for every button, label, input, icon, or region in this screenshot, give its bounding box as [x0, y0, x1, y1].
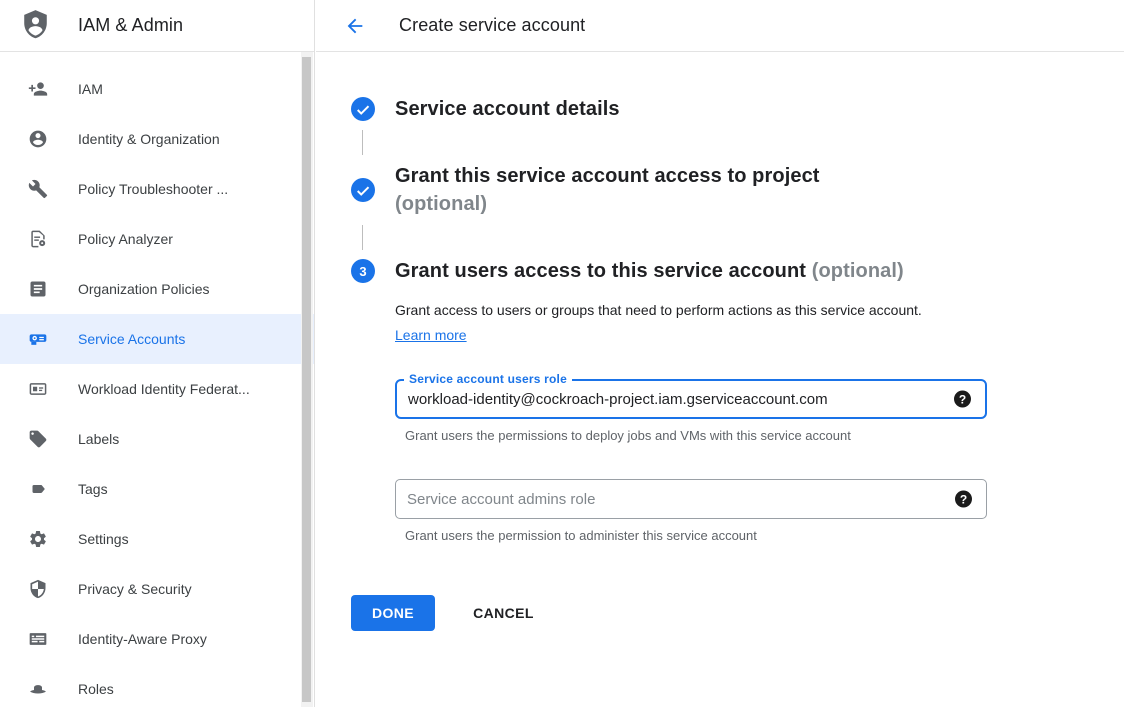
person-add-icon [28, 79, 48, 99]
step-number-badge: 3 [351, 259, 375, 283]
learn-more-link[interactable]: Learn more [395, 327, 467, 343]
step-title: Grant users access to this service accou… [395, 257, 904, 285]
iam-admin-shield-icon [19, 8, 52, 43]
page-header: Create service account [316, 0, 1124, 52]
sidebar-item-label: IAM [78, 81, 103, 97]
sidebar-item-label: Labels [78, 431, 119, 447]
back-arrow-icon[interactable] [343, 14, 367, 38]
step-1-service-account-details: Service account details [351, 95, 1124, 123]
sidebar-header: IAM & Admin [0, 0, 314, 52]
proxy-icon [28, 629, 48, 649]
create-service-account-form: Service account details Grant this servi… [316, 52, 1124, 631]
sidebar-item-label: Privacy & Security [78, 581, 192, 597]
page-title: Create service account [399, 15, 585, 36]
sidebar-item-label: Roles [78, 681, 114, 697]
sidebar-item-service-accounts[interactable]: Service Accounts [0, 314, 314, 364]
step-2-grant-access-to-project: Grant this service account access to pro… [351, 162, 1124, 218]
shield-half-icon [28, 579, 48, 599]
sidebar-item-tags[interactable]: Tags [0, 464, 314, 514]
sidebar-item-labels[interactable]: Labels [0, 414, 314, 464]
sidebar-item-label: Policy Troubleshooter ... [78, 181, 228, 197]
wrench-icon [28, 179, 48, 199]
check-circle-icon [351, 178, 375, 202]
label-tag-icon [28, 429, 48, 449]
sidebar-item-label: Service Accounts [78, 331, 185, 347]
optional-label: (optional) [812, 260, 904, 282]
sidebar-scrollbar-thumb[interactable] [302, 57, 311, 702]
step-3-body: Grant access to users or groups that nee… [351, 298, 1124, 543]
sidebar-item-settings[interactable]: Settings [0, 514, 314, 564]
service-account-icon [28, 329, 48, 349]
badge-card-icon [28, 379, 48, 399]
field-helper-text: Grant users the permission to administer… [405, 528, 1124, 543]
step-description: Grant access to users or groups that nee… [395, 298, 960, 348]
policy-analyzer-icon [28, 229, 48, 249]
article-icon [28, 279, 48, 299]
field-helper-text: Grant users the permissions to deploy jo… [405, 428, 1124, 443]
step-connector [362, 130, 363, 155]
form-actions: DONE CANCEL [351, 595, 1124, 631]
sidebar-scrollbar-track [301, 52, 313, 707]
sidebar-item-organization-policies[interactable]: Organization Policies [0, 264, 314, 314]
service-account-users-role-input[interactable] [397, 391, 985, 408]
sidebar: IAM & Admin IAM Identity & Organization … [0, 0, 315, 707]
sidebar-item-iam[interactable]: IAM [0, 64, 314, 114]
service-account-admins-role-input[interactable] [396, 491, 986, 508]
step-3-grant-users-access: 3 Grant users access to this service acc… [351, 257, 1124, 285]
help-icon[interactable] [954, 391, 971, 408]
service-account-admins-role-field [395, 479, 987, 519]
tag-arrow-icon [28, 479, 48, 499]
sidebar-item-label: Tags [78, 481, 108, 497]
done-button[interactable]: DONE [351, 595, 435, 631]
sidebar-item-label: Settings [78, 531, 129, 547]
sidebar-item-label: Organization Policies [78, 281, 210, 297]
gear-icon [28, 529, 48, 549]
sidebar-item-identity-organization[interactable]: Identity & Organization [0, 114, 314, 164]
step-title: Grant this service account access to pro… [395, 162, 820, 218]
sidebar-item-workload-identity-federation[interactable]: Workload Identity Federat... [0, 364, 314, 414]
step-title: Service account details [395, 95, 620, 123]
sidebar-item-privacy-security[interactable]: Privacy & Security [0, 564, 314, 614]
account-circle-icon [28, 129, 48, 149]
check-circle-icon [351, 97, 375, 121]
main-panel: Create service account Service account d… [316, 0, 1124, 707]
sidebar-item-policy-troubleshooter[interactable]: Policy Troubleshooter ... [0, 164, 314, 214]
sidebar-item-identity-aware-proxy[interactable]: Identity-Aware Proxy [0, 614, 314, 664]
product-title: IAM & Admin [78, 15, 183, 36]
sidebar-item-label: Policy Analyzer [78, 231, 173, 247]
optional-label: (optional) [395, 190, 820, 218]
sidebar-item-label: Workload Identity Federat... [78, 381, 250, 397]
help-icon[interactable] [955, 491, 972, 508]
field-label: Service account users role [404, 372, 572, 386]
sidebar-item-roles[interactable]: Roles [0, 664, 314, 707]
cancel-button[interactable]: CANCEL [465, 595, 542, 631]
sidebar-nav: IAM Identity & Organization Policy Troub… [0, 52, 314, 707]
sidebar-item-label: Identity & Organization [78, 131, 220, 147]
service-account-users-role-field: Service account users role [395, 379, 987, 419]
sidebar-item-label: Identity-Aware Proxy [78, 631, 207, 647]
sidebar-item-policy-analyzer[interactable]: Policy Analyzer [0, 214, 314, 264]
hat-icon [28, 679, 48, 699]
step-connector [362, 225, 363, 250]
gcp-console: IAM & Admin IAM Identity & Organization … [0, 0, 1124, 707]
